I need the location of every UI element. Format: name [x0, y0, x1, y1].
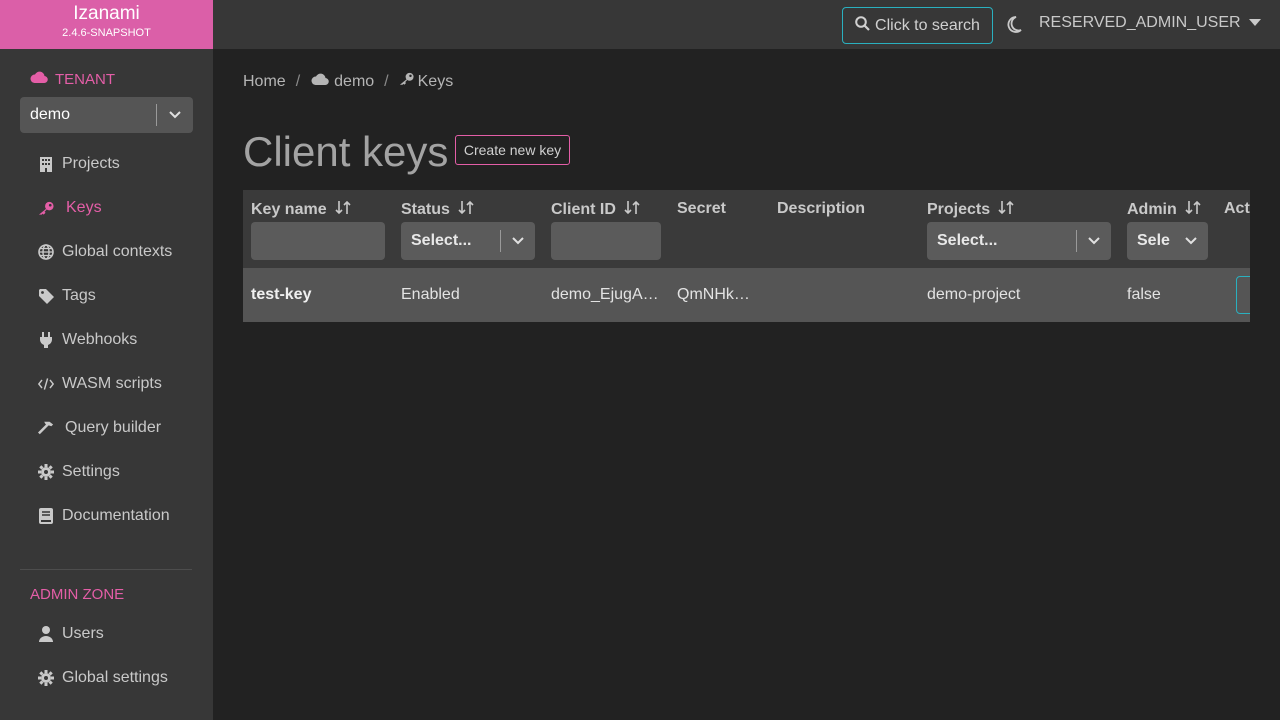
column-header-client-id[interactable]: Client ID — [551, 200, 640, 220]
sort-icon[interactable] — [335, 200, 351, 220]
sidebar-item-global-contexts[interactable]: Global contexts — [38, 240, 172, 264]
cell-secret: QmNHk… — [677, 286, 750, 303]
sort-icon[interactable] — [458, 200, 474, 220]
breadcrumb-separator: / — [384, 72, 389, 90]
cell-key-name: test-key — [251, 286, 312, 303]
tenant-select[interactable]: demo — [20, 97, 193, 133]
user-icon — [38, 626, 54, 642]
page-title: Client keys — [243, 128, 449, 175]
chevron-down-icon[interactable] — [1077, 237, 1111, 245]
chevron-down-icon[interactable] — [501, 237, 535, 245]
table-header: Key name Status Select... Client ID Secr… — [243, 190, 1250, 268]
column-header-description: Description — [777, 200, 866, 217]
status-filter-select[interactable]: Select... — [401, 222, 535, 260]
breadcrumb-tenant[interactable]: demo — [310, 72, 374, 91]
app-name: Izanami — [73, 3, 140, 24]
search-button[interactable]: Click to search — [842, 7, 993, 44]
projects-filter-select[interactable]: Select... — [927, 222, 1111, 260]
sidebar: Izanami 2.4.6-SNAPSHOT TENANT demo Proje… — [0, 0, 213, 720]
column-header-key-name[interactable]: Key name — [251, 200, 351, 220]
key-name-filter-input[interactable] — [251, 222, 385, 260]
sidebar-item-wasm-scripts[interactable]: WASM scripts — [38, 372, 162, 396]
keys-table: Key name Status Select... Client ID Secr… — [243, 190, 1250, 322]
sidebar-item-keys[interactable]: Keys — [38, 196, 102, 220]
cell-client-id: demo_EjugA… — [551, 286, 659, 303]
cell-status: Enabled — [401, 286, 460, 303]
tenant-section-label: TENANT — [30, 70, 115, 88]
sidebar-item-webhooks[interactable]: Webhooks — [38, 328, 137, 352]
tag-icon — [38, 288, 54, 304]
sort-icon[interactable] — [624, 200, 640, 220]
create-key-button[interactable]: Create new key — [455, 135, 570, 165]
sidebar-item-documentation[interactable]: Documentation — [38, 504, 170, 528]
chevron-down-icon[interactable] — [157, 111, 193, 119]
breadcrumb-keys[interactable]: Keys — [399, 72, 453, 91]
client-id-filter-input[interactable] — [551, 222, 661, 260]
search-icon — [855, 15, 870, 36]
cell-projects: demo-project — [927, 286, 1021, 303]
caret-down-icon — [1248, 14, 1261, 32]
sort-icon[interactable] — [1185, 200, 1201, 220]
sidebar-item-global-settings[interactable]: Global settings — [38, 666, 168, 690]
code-icon — [38, 376, 54, 392]
sidebar-item-tags[interactable]: Tags — [38, 284, 96, 308]
cloud-icon — [310, 72, 330, 91]
hammer-icon — [38, 420, 54, 436]
column-header-secret: Secret — [677, 200, 726, 217]
sidebar-item-users[interactable]: Users — [38, 622, 104, 646]
table-row: test-key Enabled demo_EjugA… QmNHk… demo… — [243, 268, 1250, 322]
moon-icon[interactable] — [1006, 16, 1022, 38]
gear-icon — [38, 464, 54, 480]
user-name: RESERVED_ADMIN_USER — [1039, 14, 1241, 31]
building-icon — [38, 156, 54, 172]
cloud-icon — [30, 70, 48, 88]
app-version: 2.4.6-SNAPSHOT — [62, 27, 151, 39]
tenant-select-value: demo — [30, 106, 71, 123]
key-icon — [399, 72, 414, 91]
globe-icon — [38, 244, 54, 260]
row-action-button[interactable] — [1236, 276, 1250, 314]
plug-icon — [38, 332, 54, 348]
book-icon — [38, 508, 54, 524]
sidebar-item-settings[interactable]: Settings — [38, 460, 120, 484]
column-header-status[interactable]: Status — [401, 200, 474, 220]
breadcrumb: Home / demo / Keys — [243, 72, 453, 91]
admin-section-label: ADMIN ZONE — [30, 586, 125, 603]
gear-icon — [38, 670, 54, 686]
column-header-projects[interactable]: Projects — [927, 200, 1014, 220]
breadcrumb-home[interactable]: Home — [243, 73, 286, 91]
sidebar-item-query-builder[interactable]: Query builder — [38, 416, 161, 440]
cell-admin: false — [1127, 286, 1161, 303]
chevron-down-icon[interactable] — [1174, 237, 1208, 245]
sidebar-item-projects[interactable]: Projects — [38, 152, 120, 176]
key-icon — [38, 200, 54, 216]
admin-filter-select[interactable]: Sele — [1127, 222, 1208, 260]
breadcrumb-separator: / — [295, 72, 301, 90]
user-menu[interactable]: RESERVED_ADMIN_USER — [1039, 14, 1261, 32]
brand[interactable]: Izanami 2.4.6-SNAPSHOT — [0, 0, 213, 49]
column-header-admin[interactable]: Admin — [1127, 200, 1201, 220]
sort-icon[interactable] — [998, 200, 1014, 220]
column-header-actions: Act — [1224, 200, 1250, 217]
sidebar-divider — [20, 569, 192, 570]
